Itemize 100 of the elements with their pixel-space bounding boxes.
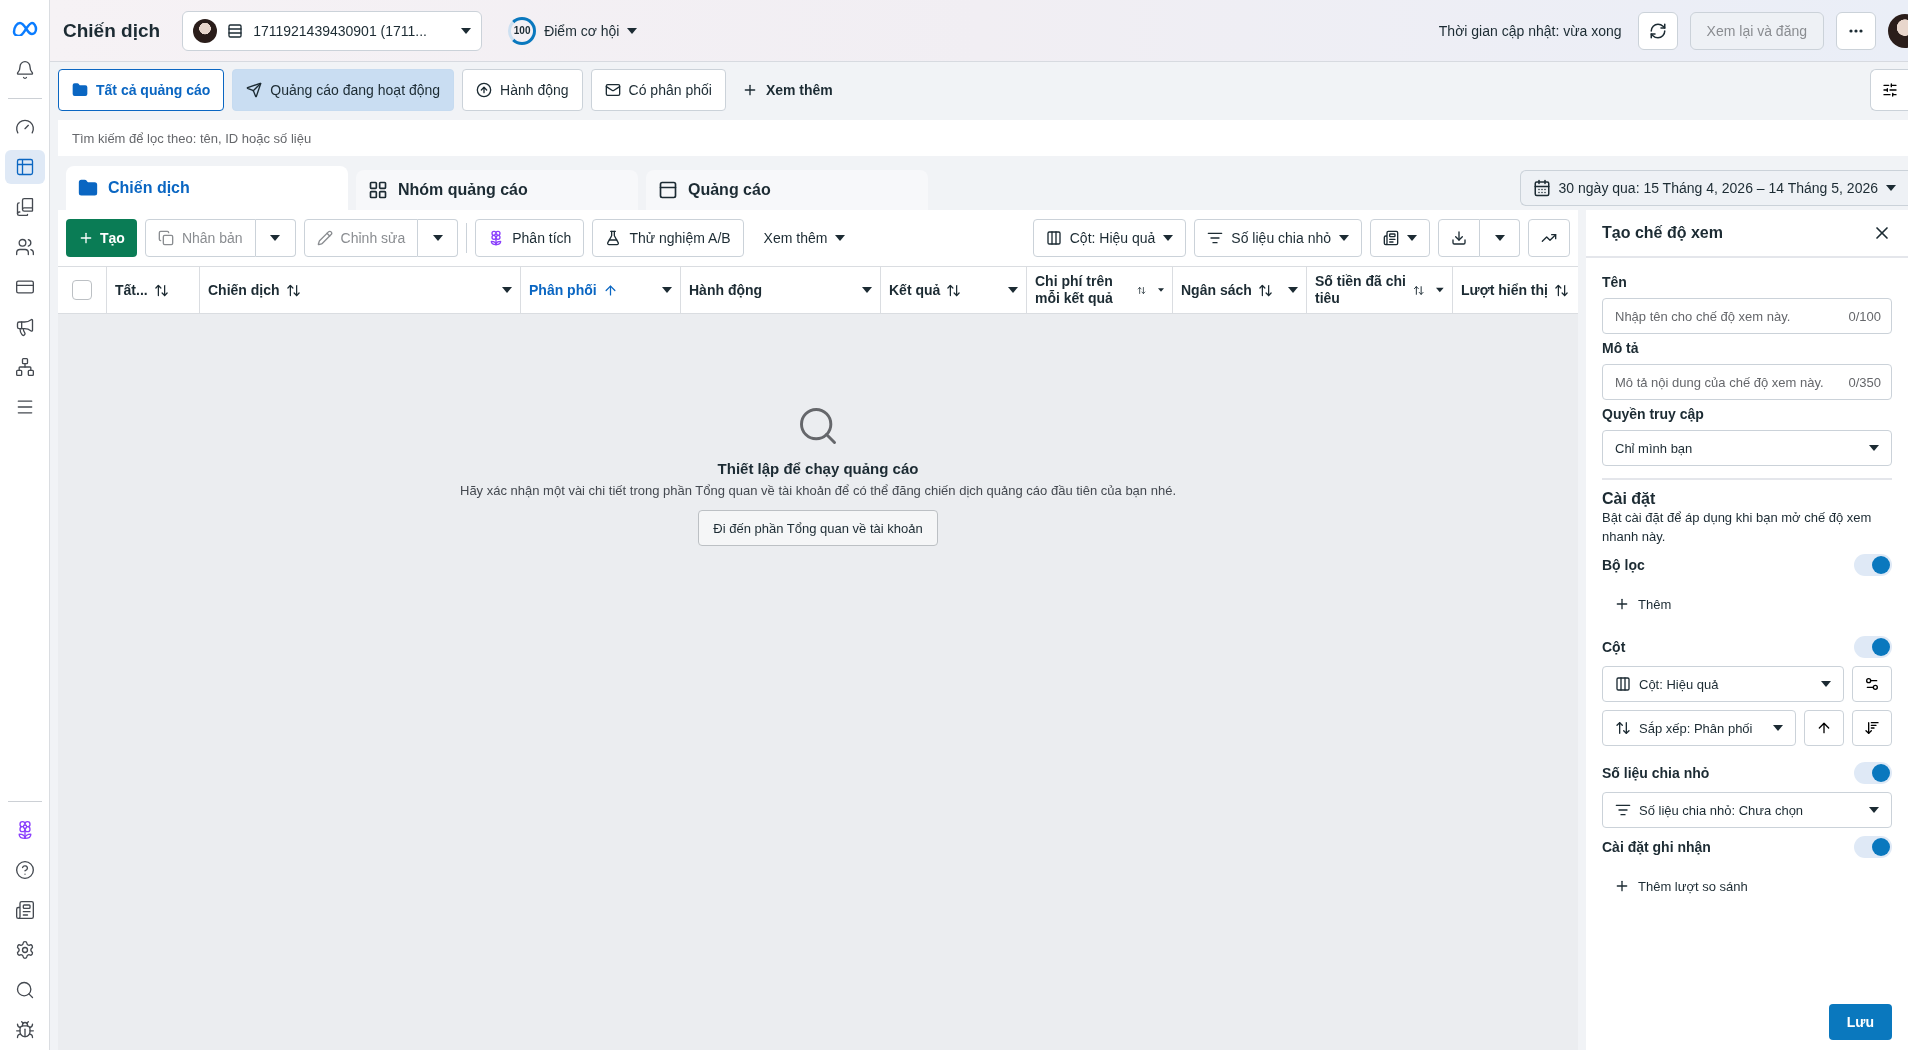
sort-up-icon — [602, 282, 618, 298]
section-title: Cài đặt — [1602, 490, 1657, 508]
grid-icon — [368, 180, 388, 200]
caret-icon — [662, 287, 672, 293]
caret-icon — [432, 235, 443, 241]
caret-icon — [1436, 287, 1444, 293]
filter-chip[interactable]: Tất cả quảng cáo — [58, 69, 225, 111]
filter-settings-button[interactable] — [1870, 69, 1908, 111]
name-field[interactable]: Nhập tên cho chế độ xem này. 0/100 — [1602, 298, 1892, 334]
mail-icon — [604, 82, 621, 98]
panel-title: Tạo chế độ xem — [1602, 224, 1723, 242]
more-actions-button[interactable]: Xem thêm — [751, 219, 858, 257]
newspaper-icon — [1383, 230, 1399, 246]
column-header[interactable]: Hành động — [681, 267, 881, 313]
analyze-button[interactable]: Phân tích — [475, 219, 585, 257]
toggle-switch[interactable] — [1854, 636, 1892, 658]
meta-logo — [10, 20, 39, 36]
level-tab[interactable]: Chiến dịch — [66, 166, 348, 210]
caret-icon — [502, 287, 512, 293]
sort-dropdown[interactable]: Sắp xếp: Phân phối — [1602, 710, 1796, 746]
arrow-up-icon — [476, 82, 493, 98]
account-overview-button[interactable]: Đi đến phần Tổng quan về tài khoản — [698, 510, 938, 546]
level-tab[interactable]: Nhóm quảng cáo — [356, 170, 638, 210]
column-header[interactable]: Chiến dịch — [200, 267, 521, 313]
caret-icon — [1886, 185, 1896, 191]
avatar — [193, 18, 218, 43]
sort-direction-button[interactable] — [1804, 710, 1844, 746]
caret-icon — [270, 235, 281, 241]
sort-icon — [1615, 720, 1631, 736]
checkbox[interactable] — [72, 280, 92, 300]
toggle-switch[interactable] — [1854, 554, 1892, 576]
caret-icon — [1339, 235, 1349, 241]
folder-icon — [72, 82, 88, 98]
plus-icon — [1614, 878, 1630, 894]
more-filters-button[interactable]: Xem thêm — [733, 69, 841, 111]
columns-dropdown[interactable]: Cột: Hiệu quả — [1602, 666, 1844, 702]
add-filter-button[interactable]: Thêm — [1602, 586, 1684, 622]
field-label: Tên — [1602, 274, 1628, 290]
sort-order-button[interactable] — [1852, 710, 1892, 746]
level-tab[interactable]: Quảng cáo — [646, 170, 928, 210]
caret-icon — [835, 235, 846, 241]
search-field[interactable]: Tìm kiếm để lọc theo: tên, ID hoặc số liệu — [58, 120, 1908, 156]
column-header[interactable]: Kết quả — [881, 267, 1027, 313]
flask-icon — [605, 230, 622, 246]
toggle-switch[interactable] — [1854, 762, 1892, 784]
sort-icon — [1257, 282, 1273, 298]
breakdown-button[interactable]: Số liệu chia nhỏ — [1194, 219, 1362, 257]
caret-icon — [1163, 235, 1174, 241]
account-selector[interactable]: 1711921439430901 (1711... — [182, 10, 483, 51]
breakdown-icon — [1615, 802, 1631, 818]
download-icon — [1451, 230, 1467, 246]
caret-icon — [862, 287, 872, 293]
field-label: Mô tả — [1602, 340, 1640, 356]
setting-label: Số liệu chia nhỏ — [1602, 765, 1710, 781]
table-icon[interactable] — [4, 150, 45, 184]
column-header[interactable]: Phân phối — [521, 267, 681, 313]
sort-icon — [1553, 282, 1569, 298]
reports-button[interactable] — [1370, 219, 1430, 257]
character-counter: 0/100 — [1848, 308, 1881, 324]
page-title: Chiến dịch — [63, 19, 161, 42]
filter-chip[interactable]: Có phân phối — [590, 69, 726, 111]
section-hint: Bật cài đặt để áp dụng khi bạn mở chế độ xem nhanh này. — [1602, 509, 1873, 546]
description-input[interactable]: Mô tả nội dung của chế độ xem này. — [1603, 365, 1849, 399]
column-header[interactable]: Chi phí trên mỗi kết quả — [1027, 267, 1173, 313]
opportunity-score[interactable]: 100 Điểm cơ hội — [502, 15, 644, 46]
filter-chip[interactable]: Hành động — [462, 69, 583, 111]
breakdown-dropdown[interactable]: Số liệu chia nhỏ: Chưa chọn — [1602, 792, 1892, 828]
name-input[interactable]: Nhập tên cho chế độ xem này. — [1603, 299, 1849, 333]
field-label: Quyền truy cập — [1602, 406, 1705, 422]
create-button[interactable]: Tạo — [66, 219, 137, 257]
date-range-button[interactable]: 30 ngày qua: 15 Tháng 4, 2026 – 14 Tháng 5, 2026 — [1519, 170, 1908, 206]
caret-icon — [1288, 287, 1298, 293]
chart-button[interactable] — [1528, 219, 1570, 257]
plus-icon — [1614, 596, 1630, 612]
column-header[interactable]: Số tiền đã chi tiêu — [1307, 267, 1453, 313]
add-comparison-button[interactable]: Thêm lượt so sánh — [1602, 868, 1760, 904]
caret-icon — [1008, 287, 1018, 293]
setting-label: Cài đặt ghi nhận — [1602, 839, 1711, 855]
caret-icon — [1158, 287, 1164, 293]
save-button[interactable]: Lưu — [1828, 1004, 1892, 1040]
column-header[interactable]: Ngân sách — [1173, 267, 1307, 313]
caret-icon — [1494, 235, 1505, 241]
customize-columns-button[interactable] — [1852, 666, 1892, 702]
setting-label: Bộ lọc — [1602, 557, 1645, 573]
update-time: Thời gian cập nhật: vừa xong — [1438, 22, 1622, 39]
toggle-switch[interactable] — [1854, 836, 1892, 858]
description-field[interactable]: Mô tả nội dung của chế độ xem này. 0/350 — [1602, 364, 1892, 400]
caret-icon — [1821, 681, 1831, 687]
export-button[interactable] — [1438, 219, 1480, 257]
folder-icon — [78, 178, 98, 198]
character-counter: 0/350 — [1848, 374, 1881, 390]
access-dropdown[interactable]: Chỉ mình bạn — [1602, 430, 1892, 466]
refresh-button[interactable] — [1637, 11, 1678, 50]
pencil-icon — [316, 230, 333, 246]
columns-button[interactable]: Cột: Hiệu quả — [1032, 219, 1187, 257]
account-icon — [227, 22, 244, 39]
column-header[interactable]: Tất... — [107, 267, 200, 313]
filter-chip[interactable]: Quảng cáo đang hoạt động — [232, 69, 455, 111]
ab-test-button[interactable]: Thử nghiệm A/B — [592, 219, 744, 257]
empty-message: Hãy xác nhận một vài chi tiết trong phần Tổng quan về tài khoản để có thể đăng chiến dịch quảng cáo đầu tiên của bạn nhé. — [460, 483, 1176, 498]
